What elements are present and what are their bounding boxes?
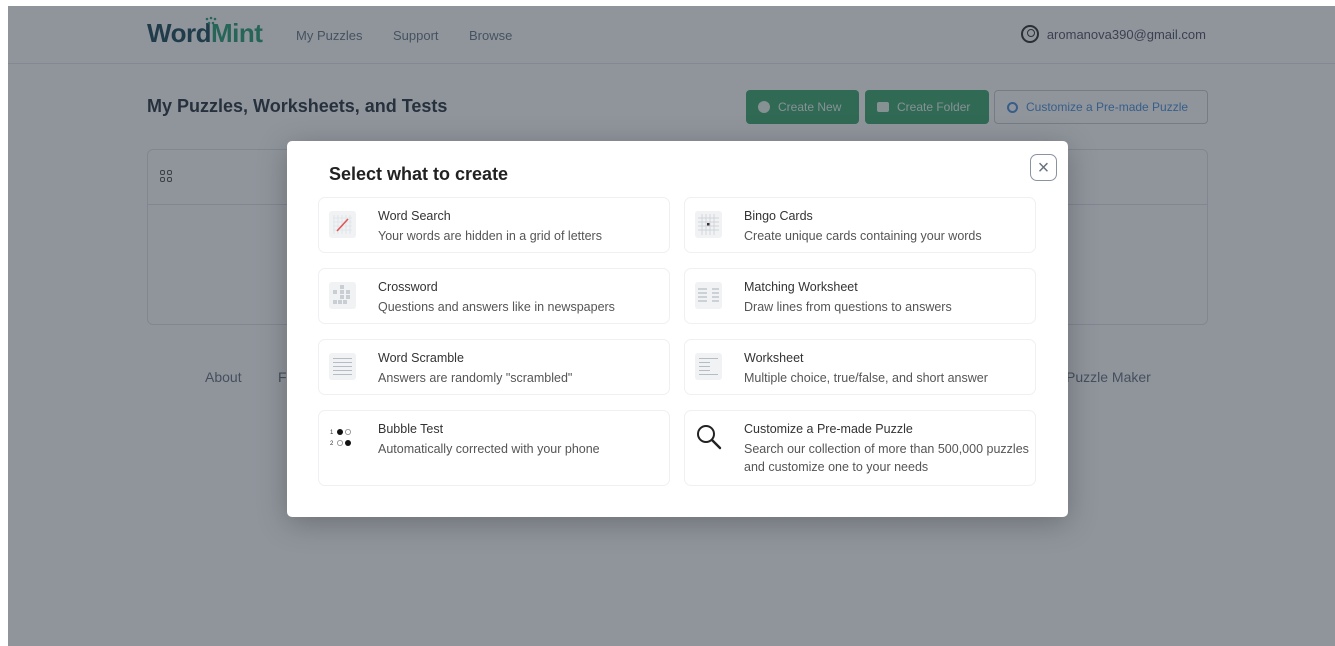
- option-name: Bubble Test: [378, 422, 444, 436]
- option-matching-worksheet[interactable]: Matching Worksheet Draw lines from quest…: [684, 268, 1036, 324]
- create-dialog: Select what to create × Word Search Your…: [287, 141, 1068, 517]
- bingo-thumb-icon: [695, 211, 722, 238]
- option-worksheet[interactable]: Worksheet Multiple choice, true/false, a…: [684, 339, 1036, 395]
- svg-text:2: 2: [330, 441, 334, 447]
- option-name: Customize a Pre-made Puzzle: [744, 422, 913, 436]
- option-name: Matching Worksheet: [744, 280, 858, 294]
- option-name: Word Scramble: [378, 351, 464, 365]
- option-description: Questions and answers like in newspapers: [378, 300, 615, 314]
- worksheet-thumb-icon: [695, 353, 722, 380]
- option-bubble-test[interactable]: 1 2 Bubble Test Automatically corrected …: [318, 410, 670, 486]
- crossword-thumb-icon: [329, 282, 356, 309]
- page: WordMint My Puzzles Support Browse aroma…: [8, 6, 1335, 646]
- option-word-scramble[interactable]: Word Scramble Answers are randomly "scra…: [318, 339, 670, 395]
- option-word-search[interactable]: Word Search Your words are hidden in a g…: [318, 197, 670, 253]
- dialog-title: Select what to create: [329, 164, 509, 184]
- close-icon[interactable]: ×: [1030, 154, 1057, 181]
- scramble-thumb-icon: [329, 353, 356, 380]
- matching-thumb-icon: [695, 282, 722, 309]
- option-name: Crossword: [378, 280, 438, 294]
- option-name: Word Search: [378, 209, 451, 223]
- bubble-thumb-icon: 1 2: [329, 424, 356, 451]
- word-search-thumb-icon: [329, 211, 356, 238]
- option-name: Bingo Cards: [744, 209, 813, 223]
- option-description: Draw lines from questions to answers: [744, 300, 952, 314]
- option-description: Search our collection of more than 500,0…: [744, 442, 1029, 474]
- option-bingo-cards[interactable]: Bingo Cards Create unique cards containi…: [684, 197, 1036, 253]
- option-description: Create unique cards containing your word…: [744, 229, 982, 243]
- option-crossword[interactable]: Crossword Questions and answers like in …: [318, 268, 670, 324]
- option-description: Multiple choice, true/false, and short a…: [744, 371, 988, 385]
- option-description: Your words are hidden in a grid of lette…: [378, 229, 602, 243]
- option-description: Answers are randomly "scrambled": [378, 371, 573, 385]
- option-name: Worksheet: [744, 351, 804, 365]
- search-icon: [694, 422, 724, 452]
- svg-text:1: 1: [330, 430, 334, 436]
- option-description: Automatically corrected with your phone: [378, 442, 600, 456]
- option-customize-premade[interactable]: Customize a Pre-made Puzzle Search our c…: [684, 410, 1036, 486]
